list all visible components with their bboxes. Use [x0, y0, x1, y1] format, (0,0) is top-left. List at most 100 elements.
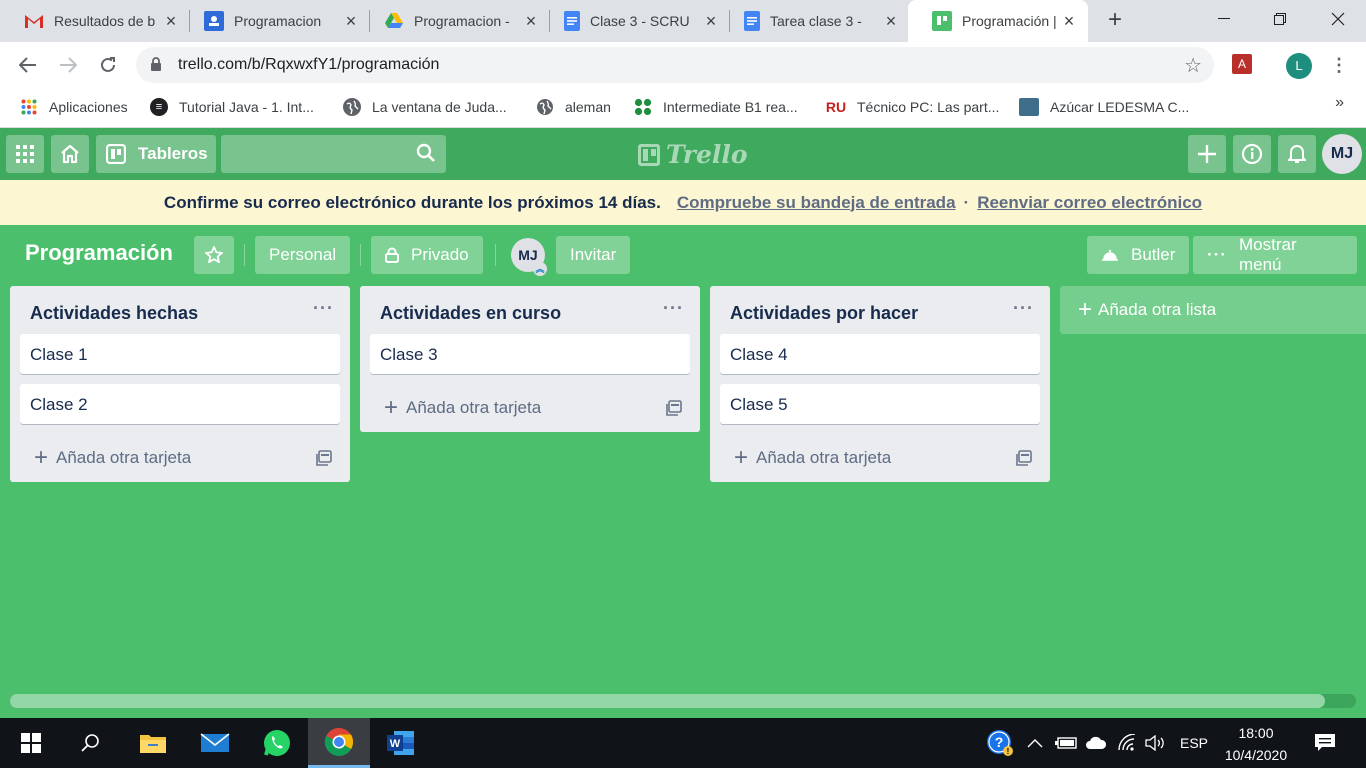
volume-icon[interactable] [1145, 718, 1167, 768]
card[interactable]: Clase 3 [370, 334, 690, 374]
chrome-menu-icon[interactable]: ⋮ [1330, 52, 1348, 78]
back-icon[interactable] [14, 51, 42, 79]
apps-switcher-icon[interactable] [6, 135, 44, 173]
bookmark-item[interactable]: aleman [536, 96, 611, 118]
add-card-button[interactable]: + Añada otra tarjeta [710, 434, 1050, 482]
resend-email-link[interactable]: Reenviar correo electrónico [977, 193, 1202, 213]
minimize-icon[interactable] [1196, 0, 1252, 38]
card-template-icon[interactable] [1016, 450, 1032, 471]
team-button[interactable]: Personal [255, 236, 351, 274]
list-header[interactable]: Actividades hechas ··· [10, 286, 350, 334]
bookmark-item[interactable]: Intermediate B1 rea... [634, 96, 798, 118]
add-list-button[interactable]: + Añada otra lista [1060, 286, 1366, 334]
show-hidden-icons-icon[interactable] [1027, 718, 1043, 768]
list-header[interactable]: Actividades por hacer ··· [710, 286, 1050, 334]
add-card-label: Añada otra tarjeta [406, 398, 542, 417]
word-icon[interactable]: W [370, 718, 432, 768]
boards-button[interactable]: Tableros [96, 135, 216, 173]
bookmark-item[interactable]: ≡ Tutorial Java - 1. Int... [150, 96, 314, 118]
scrollbar-thumb[interactable] [10, 694, 1325, 708]
butler-button[interactable]: Butler [1087, 236, 1190, 274]
system-clock[interactable]: 18:00 10/4/2020 [1222, 722, 1290, 766]
card[interactable]: Clase 2 [20, 384, 340, 424]
card[interactable]: Clase 5 [720, 384, 1040, 424]
board-title[interactable]: Programación [25, 240, 173, 266]
list-menu-icon[interactable]: ··· [1013, 298, 1034, 319]
invite-button[interactable]: Invitar [556, 236, 631, 274]
help-icon[interactable]: ?! [986, 718, 1014, 768]
more-icon: ··· [1207, 245, 1227, 264]
bookmark-item[interactable]: La ventana de Juda... [343, 96, 507, 118]
browser-tab[interactable]: Clase 3 - SCRU × [540, 0, 730, 42]
browser-tab[interactable]: Resultados de b × [0, 0, 190, 42]
visibility-button[interactable]: Privado [371, 236, 483, 274]
star-board-icon[interactable] [194, 236, 234, 274]
check-inbox-link[interactable]: Compruebe su bandeja de entrada [677, 193, 956, 213]
list-title[interactable]: Actividades en curso [380, 303, 561, 323]
card-template-icon[interactable] [666, 400, 682, 421]
restore-icon[interactable] [1252, 0, 1308, 38]
trello-logo[interactable]: Trello [638, 140, 748, 169]
card[interactable]: Clase 1 [20, 334, 340, 374]
browser-tab[interactable]: Programacion × [180, 0, 370, 42]
lock-icon[interactable] [150, 57, 162, 77]
bookmark-item[interactable]: RU Técnico PC: Las part... [826, 96, 1000, 118]
browser-tab[interactable]: Programacion - × [360, 0, 550, 42]
close-tab-icon[interactable]: × [162, 12, 180, 30]
search-icon[interactable] [60, 718, 122, 768]
close-tab-icon[interactable]: × [882, 12, 900, 30]
list-title[interactable]: Actividades hechas [30, 303, 198, 323]
address-bar[interactable]: trello.com/b/RqxwxfY1/programación ☆ [136, 47, 1214, 83]
card[interactable]: Clase 4 [720, 334, 1040, 374]
list-actividades-hechas[interactable]: Actividades hechas ··· Clase 1 Clase 2 +… [10, 286, 350, 482]
board-header-divider [244, 244, 245, 266]
browser-tab-active[interactable]: Programación | × [908, 0, 1088, 42]
close-tab-icon[interactable]: × [702, 12, 720, 30]
profile-avatar[interactable]: L [1286, 53, 1312, 79]
member-avatar[interactable]: MJ [1322, 134, 1362, 174]
close-tab-icon[interactable]: × [1060, 12, 1078, 30]
board-member-avatar[interactable]: MJ ︽ [511, 238, 547, 276]
chrome-taskbar-icon[interactable] [308, 718, 370, 768]
list-actividades-en-curso[interactable]: Actividades en curso ··· Clase 3 + Añada… [360, 286, 700, 432]
windows-start-icon[interactable] [0, 718, 62, 768]
onedrive-icon[interactable] [1085, 718, 1107, 768]
list-menu-icon[interactable]: ··· [313, 298, 334, 319]
create-plus-icon[interactable] [1188, 135, 1226, 173]
pdf-extension-icon[interactable]: A [1232, 54, 1252, 74]
whatsapp-icon[interactable] [246, 718, 308, 768]
notifications-bell-icon[interactable] [1278, 135, 1316, 173]
search-input[interactable] [221, 135, 446, 173]
list-actividades-por-hacer[interactable]: Actividades por hacer ··· Clase 4 Clase … [710, 286, 1050, 482]
butler-icon [1101, 248, 1119, 262]
close-window-icon[interactable] [1310, 0, 1366, 38]
card-template-icon[interactable] [316, 450, 332, 471]
home-icon[interactable] [51, 135, 89, 173]
reload-icon[interactable] [94, 51, 122, 79]
list-menu-icon[interactable]: ··· [663, 298, 684, 319]
mail-icon[interactable] [184, 718, 246, 768]
battery-icon[interactable] [1055, 718, 1077, 768]
action-center-icon[interactable] [1314, 718, 1336, 768]
list-header[interactable]: Actividades en curso ··· [360, 286, 700, 334]
input-language[interactable]: ESP [1180, 718, 1208, 768]
trello-logo-text: Trello [666, 140, 748, 169]
show-menu-button[interactable]: ··· Mostrar menú [1193, 235, 1357, 274]
bookmark-star-icon[interactable]: ☆ [1184, 53, 1202, 78]
wifi-icon[interactable] [1117, 718, 1137, 768]
url-text: trello.com/b/RqxwxfY1/programación [178, 56, 440, 73]
file-explorer-icon[interactable] [122, 718, 184, 768]
add-card-button[interactable]: + Añada otra tarjeta [360, 384, 700, 432]
browser-tab[interactable]: Tarea clase 3 - × [720, 0, 910, 42]
add-card-button[interactable]: + Añada otra tarjeta [10, 434, 350, 482]
board-horizontal-scrollbar[interactable] [10, 694, 1356, 708]
bookmarks-overflow-icon[interactable]: » [1335, 94, 1344, 112]
list-title[interactable]: Actividades por hacer [730, 303, 918, 323]
bookmark-item[interactable]: Aplicaciones [20, 96, 128, 118]
bookmark-item[interactable]: Azúcar LEDESMA C... [1019, 96, 1189, 118]
close-tab-icon[interactable]: × [522, 12, 540, 30]
new-tab-icon[interactable]: + [1102, 8, 1128, 34]
forward-icon[interactable] [54, 51, 82, 79]
info-icon[interactable] [1233, 135, 1271, 173]
close-tab-icon[interactable]: × [342, 12, 360, 30]
